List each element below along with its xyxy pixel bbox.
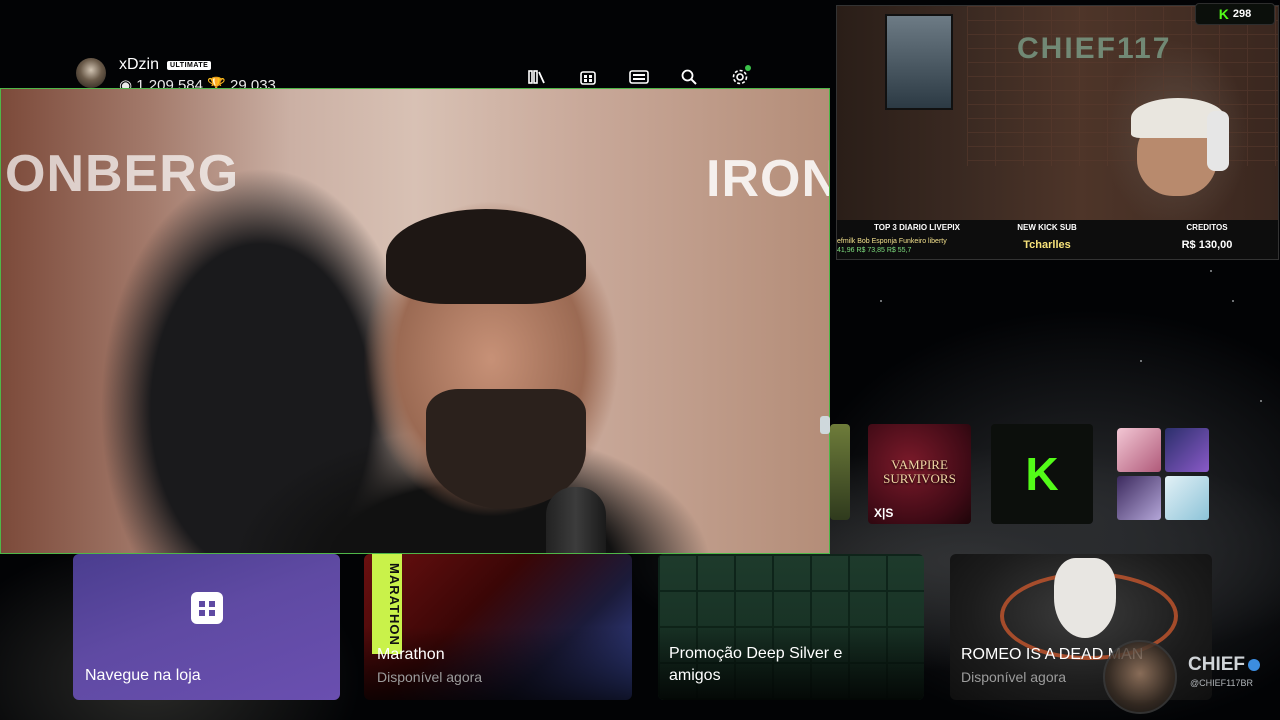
stream-camera: CHIEF117 xyxy=(837,6,1278,220)
star xyxy=(1140,360,1142,362)
notification-dot xyxy=(745,65,751,71)
marathon-subtitle: Disponível agora xyxy=(377,669,483,685)
avatar[interactable] xyxy=(76,58,106,88)
ultimate-badge: ULTIMATE xyxy=(167,61,212,70)
game-tile-group[interactable] xyxy=(1117,428,1211,522)
search-icon[interactable] xyxy=(676,64,702,90)
top-nav xyxy=(520,64,760,90)
top3-title: TOP 3 DIARIO LIVEPIX xyxy=(874,223,960,232)
mini-tile-final-fantasy-2 xyxy=(1165,476,1209,520)
game-pass-icon[interactable] xyxy=(626,64,652,90)
top3-values: 41,96 R$ 73,85 R$ 55,7 xyxy=(837,247,912,254)
mini-tile-final-fantasy-1 xyxy=(1117,428,1161,472)
vampire-survivors-title: VAMPIRE SURVIVORS xyxy=(868,458,971,486)
marathon-title: Marathon xyxy=(377,646,445,663)
halo-poster xyxy=(885,14,953,110)
card-browse-store[interactable]: Navegue na loja xyxy=(73,554,340,700)
library-icon[interactable] xyxy=(524,64,550,90)
store-bag-icon xyxy=(191,592,223,624)
star xyxy=(1232,300,1234,302)
mini-tile-ninja xyxy=(1117,476,1161,520)
kick-viewer-count: 298 xyxy=(1232,8,1252,20)
credits-value: R$ 130,00 xyxy=(1181,239,1233,251)
verified-icon xyxy=(1248,658,1260,671)
xbox-series-badge: X|S xyxy=(874,506,894,520)
card-deep-silver-sale[interactable]: Promoção Deep Silver e amigos xyxy=(658,554,924,700)
headphone xyxy=(1207,111,1229,171)
app-tile-kick[interactable]: K xyxy=(991,424,1093,524)
chief-handle: @CHIEF117BR xyxy=(1190,678,1253,688)
microphone xyxy=(546,487,606,553)
kick-icon: K xyxy=(1218,6,1229,22)
chief-logo: CHIEF117 xyxy=(1017,32,1172,65)
star xyxy=(880,300,882,302)
pip-video[interactable]: ONBERG IRON xyxy=(0,88,830,554)
streamer-cam-bubble xyxy=(1103,640,1177,714)
marathon-strip: MARATHON xyxy=(372,554,402,654)
person-hair xyxy=(386,209,586,304)
sign-right-text: IRON xyxy=(706,150,830,208)
chief-watermark: CHIEF xyxy=(1188,654,1260,676)
vampire-title-line2: SURVIVORS xyxy=(883,471,956,486)
game-tile-partial[interactable] xyxy=(830,424,850,520)
gamertag: xDzin xyxy=(119,56,160,73)
brick-wall xyxy=(967,6,1278,166)
star xyxy=(1210,270,1212,272)
game-tile-vampire-survivors[interactable]: VAMPIRE SURVIVORS X|S xyxy=(868,424,971,524)
sign-left-text: ONBERG xyxy=(5,145,240,203)
kick-viewer-badge: K 298 xyxy=(1195,3,1275,25)
pip-resize-handle[interactable] xyxy=(820,416,830,434)
romeo-mask-art xyxy=(1054,558,1116,638)
store-icon[interactable] xyxy=(575,64,601,90)
new-sub-name: Tcharlles xyxy=(1023,239,1071,251)
store-card-label: Navegue na loja xyxy=(85,667,201,684)
stream-overlay: CHIEF117 TOP 3 DIARIO LIVEPIX efmilk Bob… xyxy=(836,5,1279,260)
deep-silver-title-line2: amigos xyxy=(669,667,721,684)
romeo-subtitle: Disponível agora xyxy=(961,669,1067,685)
chief-watermark-name: CHIEF xyxy=(1188,654,1245,675)
mini-tile-ninja-gaiden xyxy=(1165,428,1209,472)
new-sub-title: NEW KICK SUB xyxy=(1017,223,1077,232)
card-marathon[interactable]: MARATHON Marathon Disponível agora xyxy=(364,554,632,700)
donation-ticker: TOP 3 DIARIO LIVEPIX efmilk Bob Esponja … xyxy=(837,220,1278,259)
credits-title: CREDITOS xyxy=(1186,223,1228,232)
deep-silver-title-line1: Promoção Deep Silver e xyxy=(669,645,843,662)
top3-names: efmilk Bob Esponja Funkeiro liberty xyxy=(837,238,947,245)
star xyxy=(1260,400,1262,402)
vampire-title-line1: VAMPIRE xyxy=(891,457,948,472)
kick-logo-icon: K xyxy=(1025,448,1059,500)
settings-icon[interactable] xyxy=(727,64,753,90)
